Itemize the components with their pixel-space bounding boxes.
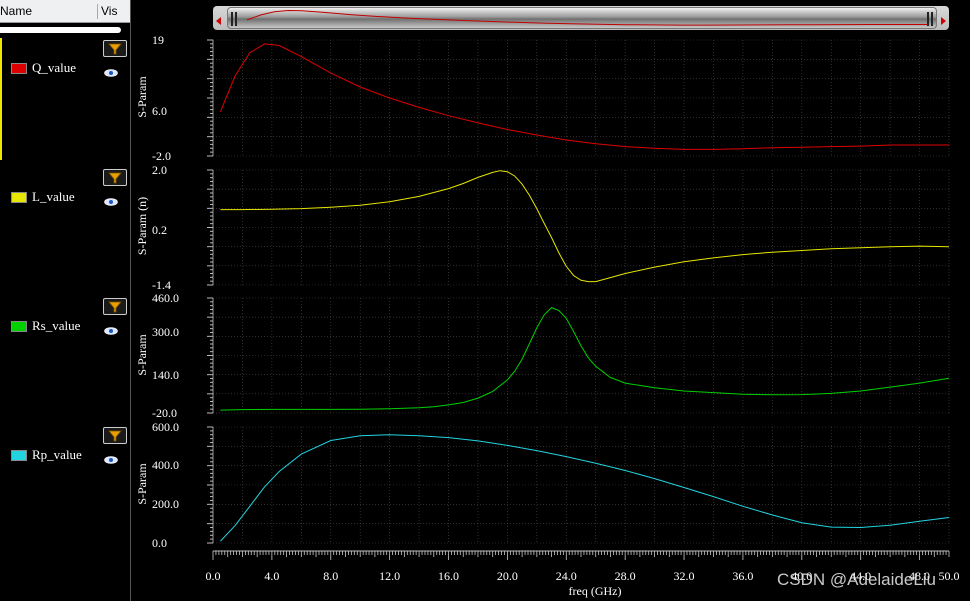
y-tick-label: 0.2 — [152, 223, 167, 237]
y-tick-label: 600.0 — [152, 420, 179, 434]
y-tick-label: 140.0 — [152, 368, 179, 382]
series-line-rs-value[interactable] — [220, 307, 950, 411]
y-tick-label: -1.4 — [152, 278, 171, 292]
x-tick-label: 24.0 — [556, 569, 577, 583]
x-tick-label: 28.0 — [615, 569, 636, 583]
x-tick-label: 16.0 — [438, 569, 459, 583]
x-tick-label: 8.0 — [323, 569, 338, 583]
x-tick-label: 4.0 — [264, 569, 279, 583]
y-axis-label: S-Param (n) — [135, 197, 149, 255]
series-line-rp-value[interactable] — [220, 434, 950, 542]
y-axis-label: S-Param — [135, 334, 149, 376]
watermark-text: CSDN @AdelaideLiu — [777, 570, 937, 589]
panel-rs-value: 460.0 300.0 140.0 -20.0 S-Param — [135, 291, 950, 420]
y-axis-label: S-Param — [135, 76, 149, 118]
y-tick-label: 200.0 — [152, 497, 179, 511]
grid — [212, 169, 950, 286]
x-tick-label: 50.0 — [939, 569, 960, 583]
y-tick-label: 6.0 — [152, 104, 167, 118]
y-tick-label: -20.0 — [152, 406, 177, 420]
y-tick-label: 460.0 — [152, 291, 179, 305]
y-tick-label: 300.0 — [152, 325, 179, 339]
y-tick-label: 400.0 — [152, 458, 179, 472]
x-tick-label: 12.0 — [379, 569, 400, 583]
grid — [212, 297, 950, 414]
series-line-q-value[interactable] — [219, 43, 949, 150]
y-axis-label: S-Param — [135, 463, 149, 505]
x-tick-label: 20.0 — [497, 569, 518, 583]
x-tick-label: 36.0 — [732, 569, 753, 583]
series-line-l-value[interactable] — [220, 170, 950, 283]
x-tick-label: 0.0 — [206, 569, 221, 583]
panel-l-value: 2.0 0.2 -1.4 S-Param (n) — [135, 163, 950, 292]
grid — [212, 39, 950, 157]
y-tick-label: 19 — [152, 33, 164, 47]
panel-q-value: 19 6.0 -2.0 S-Param — [135, 33, 950, 163]
x-axis-label: freq (GHz) — [569, 584, 622, 598]
waveform-plots: 19 6.0 -2.0 S-Param 2.0 0.2 -1.4 S-Param (n) 460… — [135, 33, 960, 598]
y-tick-label: -2.0 — [152, 149, 171, 163]
y-tick-label: 2.0 — [152, 163, 167, 177]
panel-rp-value: 600.0 400.0 200.0 0.0 S-Param — [135, 420, 950, 550]
x-tick-label: 32.0 — [674, 569, 695, 583]
y-tick-label: 0.0 — [152, 536, 167, 550]
